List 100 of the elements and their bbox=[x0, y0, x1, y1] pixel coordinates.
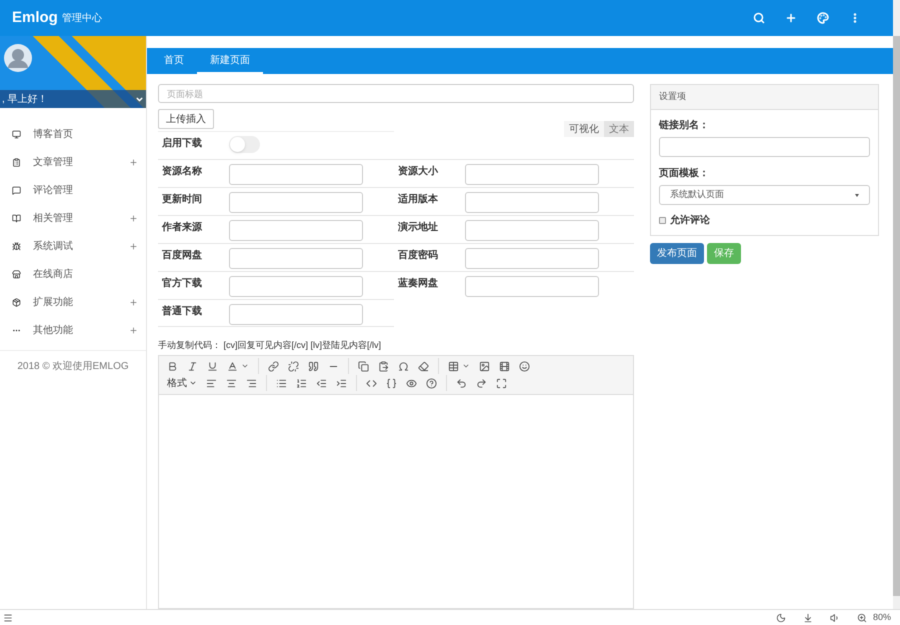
sidebar-item[interactable]: 在线商店 bbox=[0, 260, 146, 288]
package-icon bbox=[12, 298, 21, 306]
field-label: 作者来源 bbox=[160, 220, 203, 235]
template-select[interactable]: 系统默认页面 bbox=[659, 185, 870, 205]
field-label: 链接别名： bbox=[659, 118, 710, 133]
field-label: 更新时间 bbox=[161, 192, 203, 207]
plus-icon[interactable] bbox=[785, 12, 797, 24]
tab[interactable]: 新建页面 bbox=[197, 48, 263, 74]
sidebar-item[interactable]: 其他功能 bbox=[0, 316, 146, 344]
chat-icon bbox=[12, 186, 21, 194]
greeting-bar[interactable]: , 早上好！ bbox=[0, 90, 146, 108]
scrollbar[interactable] bbox=[893, 0, 900, 609]
redo-icon[interactable] bbox=[476, 378, 487, 388]
palette-icon[interactable] bbox=[817, 12, 829, 24]
field-label: 百度密码 bbox=[397, 248, 439, 263]
code-icon[interactable] bbox=[366, 378, 377, 388]
text-field[interactable] bbox=[465, 276, 599, 297]
align-right-icon[interactable] bbox=[246, 378, 257, 388]
quote-icon[interactable] bbox=[308, 360, 319, 372]
caret-icon[interactable] bbox=[241, 362, 249, 370]
text-field[interactable] bbox=[229, 192, 363, 213]
clipboard-icon bbox=[12, 158, 21, 166]
eraser-icon[interactable] bbox=[418, 360, 429, 372]
align-center-icon[interactable] bbox=[226, 378, 237, 388]
text-field[interactable] bbox=[229, 304, 363, 325]
text-field[interactable] bbox=[465, 220, 599, 241]
align-left-icon[interactable] bbox=[206, 378, 217, 388]
field-label: 演示地址 bbox=[397, 220, 439, 235]
preview-icon[interactable] bbox=[406, 378, 417, 388]
smiley-icon[interactable] bbox=[519, 360, 530, 372]
caret-icon[interactable] bbox=[135, 94, 144, 104]
plus-icon[interactable] bbox=[129, 158, 138, 166]
text-field[interactable] bbox=[229, 248, 363, 269]
format-dropdown[interactable]: 格式 bbox=[167, 376, 197, 390]
moon-icon[interactable] bbox=[776, 612, 786, 622]
caret-icon[interactable] bbox=[462, 362, 470, 370]
sidebar-item[interactable]: 文章管理 bbox=[0, 148, 146, 176]
paste-icon[interactable] bbox=[378, 360, 389, 372]
italic-icon[interactable] bbox=[187, 360, 198, 372]
field-label: 资源名称 bbox=[161, 164, 203, 179]
indent-icon[interactable] bbox=[336, 378, 347, 388]
copy-icon[interactable] bbox=[358, 360, 369, 372]
field-label: 蓝奏网盘 bbox=[397, 276, 439, 291]
video-icon[interactable] bbox=[499, 360, 510, 372]
editor-mode-tab[interactable]: 文本 bbox=[604, 121, 634, 137]
shortcode-hint: 手动复制代码： [cv]回复可见内容[/cv] [lv]登陆见内容[/lv] bbox=[158, 339, 382, 352]
undo-icon[interactable] bbox=[456, 378, 467, 388]
text-color-icon[interactable] bbox=[227, 360, 238, 372]
speaker-icon[interactable] bbox=[830, 612, 840, 622]
page-title-field[interactable]: 页面标题 bbox=[158, 84, 634, 103]
bold-icon[interactable] bbox=[167, 360, 178, 372]
zoom-level: 80% bbox=[872, 610, 891, 624]
caret-icon bbox=[855, 194, 859, 196]
search-icon[interactable] bbox=[753, 12, 765, 24]
menu-icon[interactable] bbox=[3, 612, 13, 622]
numbered-list-icon[interactable] bbox=[296, 378, 307, 388]
underline-icon[interactable] bbox=[207, 360, 218, 372]
tab[interactable]: 首页 bbox=[151, 48, 197, 74]
sidebar-item[interactable]: 系统调试 bbox=[0, 232, 146, 260]
field-label: 百度网盘 bbox=[161, 248, 203, 263]
outdent-icon[interactable] bbox=[316, 378, 327, 388]
sidebar-item[interactable]: 博客首页 bbox=[0, 120, 146, 148]
toggle-switch[interactable] bbox=[229, 136, 260, 153]
download-icon[interactable] bbox=[802, 612, 813, 622]
field-label: 资源大小 bbox=[397, 164, 439, 179]
publish-button[interactable]: 发布页面 bbox=[650, 243, 704, 264]
text-field[interactable] bbox=[229, 276, 363, 297]
bullet-list-icon[interactable] bbox=[276, 378, 287, 388]
braces-icon[interactable] bbox=[386, 378, 397, 388]
text-field[interactable] bbox=[229, 164, 363, 185]
text-field[interactable] bbox=[465, 164, 599, 185]
fullscreen-icon[interactable] bbox=[496, 378, 507, 388]
plus-icon[interactable] bbox=[129, 214, 138, 222]
editor-mode-tab[interactable]: 可视化 bbox=[564, 121, 604, 137]
bug-icon bbox=[12, 242, 21, 250]
slug-field[interactable] bbox=[659, 137, 870, 157]
sidebar-item[interactable]: 评论管理 bbox=[0, 176, 146, 204]
unlink-icon[interactable] bbox=[288, 360, 299, 372]
text-field[interactable] bbox=[465, 248, 599, 269]
link-icon[interactable] bbox=[268, 360, 279, 372]
field-label: 官方下载 bbox=[161, 276, 203, 291]
image-icon[interactable] bbox=[479, 360, 490, 372]
plus-icon[interactable] bbox=[129, 326, 138, 334]
sidebar-item[interactable]: 相关管理 bbox=[0, 204, 146, 232]
sidebar-item[interactable]: 扩展功能 bbox=[0, 288, 146, 316]
monitor-icon bbox=[12, 130, 21, 138]
zoom-icon[interactable] bbox=[856, 612, 867, 622]
plus-icon[interactable] bbox=[129, 242, 138, 250]
text-field[interactable] bbox=[465, 192, 599, 213]
checkbox-label: 允许评论 bbox=[670, 214, 710, 228]
table-icon[interactable] bbox=[448, 360, 459, 372]
upload-button[interactable]: 上传插入 bbox=[158, 109, 214, 129]
checkbox[interactable] bbox=[659, 217, 666, 224]
text-field[interactable] bbox=[229, 220, 363, 241]
omega-icon[interactable] bbox=[398, 360, 409, 372]
panel-title: 设置项 bbox=[651, 85, 878, 110]
app-title: 管理中心 bbox=[62, 12, 102, 26]
field-label: 页面模板： bbox=[659, 166, 710, 181]
plus-icon[interactable] bbox=[129, 298, 138, 306]
help-icon[interactable] bbox=[426, 378, 437, 388]
